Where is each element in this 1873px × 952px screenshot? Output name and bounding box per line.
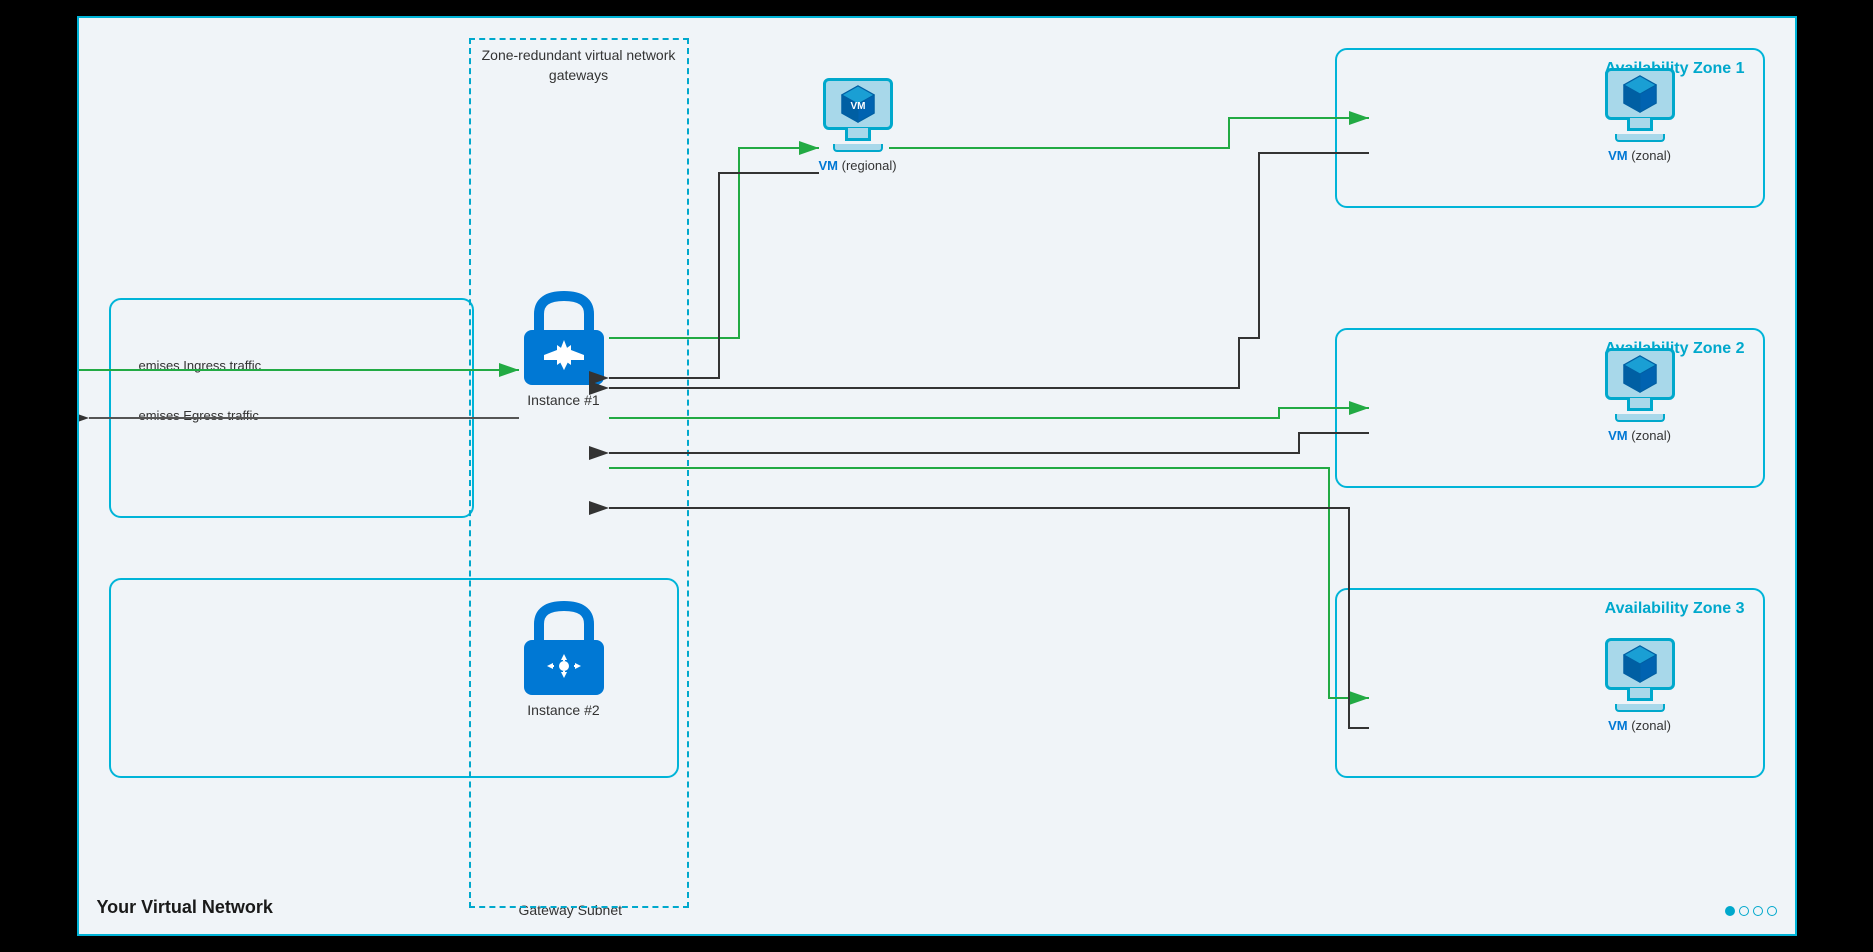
- vnet-label: Your Virtual Network: [97, 897, 273, 918]
- vm-zonal3-icon: VM (zonal): [1605, 638, 1675, 733]
- vm-zonal2-cube-svg: [1618, 352, 1662, 396]
- vm-zonal1-monitor: [1605, 68, 1675, 120]
- ingress-traffic-label: emises Ingress traffic: [139, 358, 262, 373]
- vm-zonal1-icon: VM (zonal): [1605, 68, 1675, 163]
- az2-box: Availability Zone 2: [1335, 328, 1765, 488]
- nav-dot-4[interactable]: [1767, 906, 1777, 916]
- vm-zonal1-cube-svg: [1618, 72, 1662, 116]
- egress-traffic-label: emises Egress traffic: [139, 408, 259, 423]
- vm-regional-icon: VM VM (regional): [819, 78, 897, 173]
- vm-regional-base: [833, 144, 883, 152]
- az3-label: Availability Zone 3: [1605, 600, 1745, 618]
- vm-zonal2-monitor: [1605, 348, 1675, 400]
- svg-text:VM: VM: [850, 101, 865, 112]
- nav-dot-2[interactable]: [1739, 906, 1749, 916]
- vm-zonal3-label: VM (zonal): [1608, 718, 1671, 733]
- vm-zonal2-label: VM (zonal): [1608, 428, 1671, 443]
- gateway-subnet-title: Zone-redundant virtual network gateways: [479, 46, 679, 85]
- diagram-container: Zone-redundant virtual network gateways …: [77, 16, 1797, 936]
- vm-regional-label: VM (regional): [819, 158, 897, 173]
- nav-dot-1[interactable]: [1725, 906, 1735, 916]
- az1-box: Availability Zone 1: [1335, 48, 1765, 208]
- vm-zonal2-base: [1615, 414, 1665, 422]
- vm-regional-monitor: VM: [823, 78, 893, 130]
- vm-zonal2-icon: VM (zonal): [1605, 348, 1675, 443]
- vm-zonal3-cube-svg: [1618, 642, 1662, 686]
- nav-dots[interactable]: [1725, 906, 1777, 916]
- vm-regional-sublabel: (regional): [842, 158, 897, 173]
- nav-dot-3[interactable]: [1753, 906, 1763, 916]
- vm-zonal3-base: [1615, 704, 1665, 712]
- vm-zonal1-label: VM (zonal): [1608, 148, 1671, 163]
- gateway-subnet-box: [469, 38, 689, 908]
- vm-regional-cube-svg: VM: [836, 82, 880, 126]
- az3-box: Availability Zone 3: [1335, 588, 1765, 778]
- vm-zonal3-monitor: [1605, 638, 1675, 690]
- vm-zonal1-base: [1615, 134, 1665, 142]
